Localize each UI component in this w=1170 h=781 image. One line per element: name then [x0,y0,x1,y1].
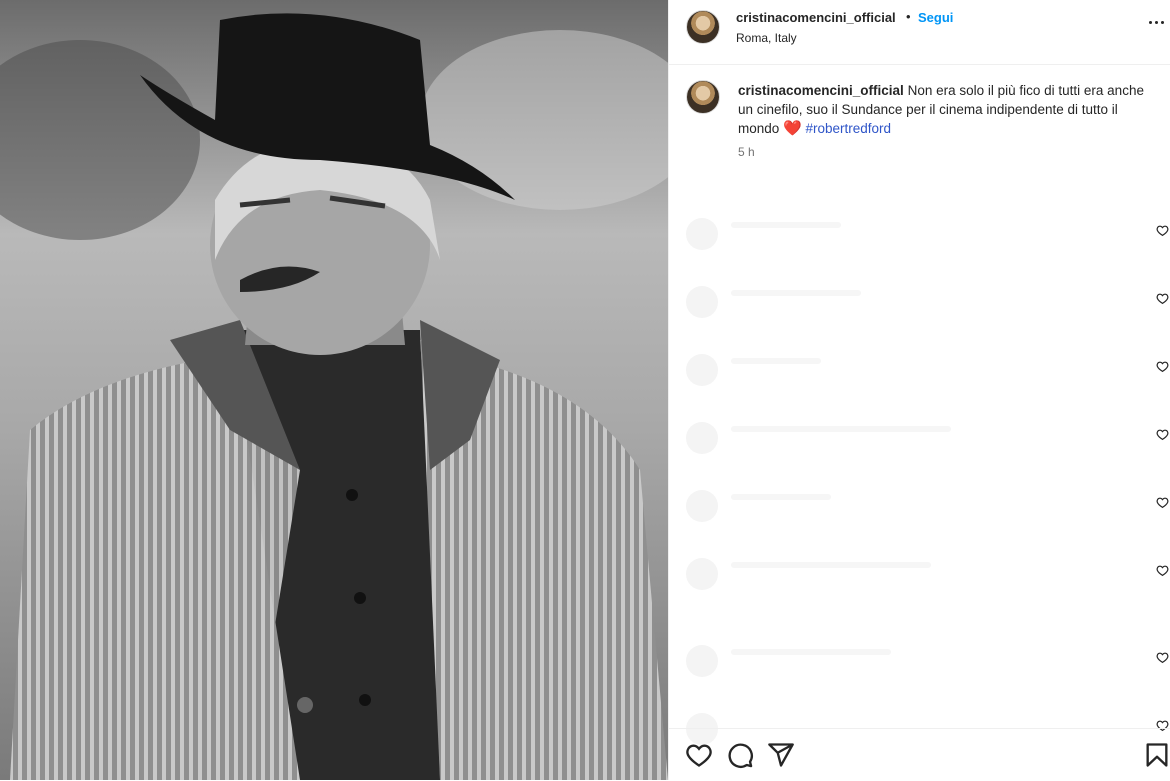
comment-row [669,488,1170,528]
heart-outline-icon[interactable] [1156,292,1169,305]
comment-avatar [686,422,718,454]
post-timestamp: 5 h [738,145,755,159]
comment-placeholder [731,222,841,228]
follow-button[interactable]: Segui [918,10,953,25]
post-actions-bar [669,728,1170,781]
portrait-photo [0,0,668,780]
caption-avatar[interactable] [686,80,720,114]
comment-avatar [686,645,718,677]
comment-avatar [686,558,718,590]
comment-avatar [686,218,718,250]
post-header: cristinacomencini_official • Segui Roma,… [669,0,1170,65]
heart-outline-icon[interactable] [1156,360,1169,373]
heart-outline-icon[interactable] [1156,496,1169,509]
comment-avatar [686,490,718,522]
comment-row [669,420,1170,460]
hashtag-link[interactable]: #robertredford [806,121,892,136]
like-heart-icon[interactable] [685,741,713,769]
heart-outline-icon[interactable] [1156,564,1169,577]
comment-icon[interactable] [726,741,754,769]
bookmark-icon[interactable] [1143,741,1170,769]
separator-dot: • [906,9,911,24]
more-options-icon[interactable] [1147,15,1167,31]
comment-placeholder [731,290,861,296]
heart-outline-icon[interactable] [1156,428,1169,441]
comment-placeholder [731,426,951,432]
caption-username[interactable]: cristinacomencini_official [738,83,904,98]
post-photo [0,0,668,780]
share-icon[interactable] [767,741,795,769]
heart-outline-icon[interactable] [1156,224,1169,237]
heart-emoji: ❤️ [783,120,802,137]
comment-placeholder [731,649,891,655]
comment-avatar [686,286,718,318]
comment-row [669,643,1170,683]
comment-row [669,284,1170,324]
comment-avatar [686,354,718,386]
post-sidebar: cristinacomencini_official • Segui Roma,… [669,0,1170,780]
comment-placeholder [731,562,931,568]
location-link[interactable]: Roma, Italy [736,31,797,45]
username-link[interactable]: cristinacomencini_official [736,10,896,25]
comments-list [669,180,1170,745]
heart-outline-icon[interactable] [1156,651,1169,664]
avatar[interactable] [686,10,720,44]
comment-placeholder [731,494,831,500]
comment-row [669,216,1170,256]
comment-row [669,556,1170,596]
comment-placeholder [731,358,821,364]
post-caption: cristinacomencini_official Non era solo … [738,81,1148,138]
comment-row [669,352,1170,392]
